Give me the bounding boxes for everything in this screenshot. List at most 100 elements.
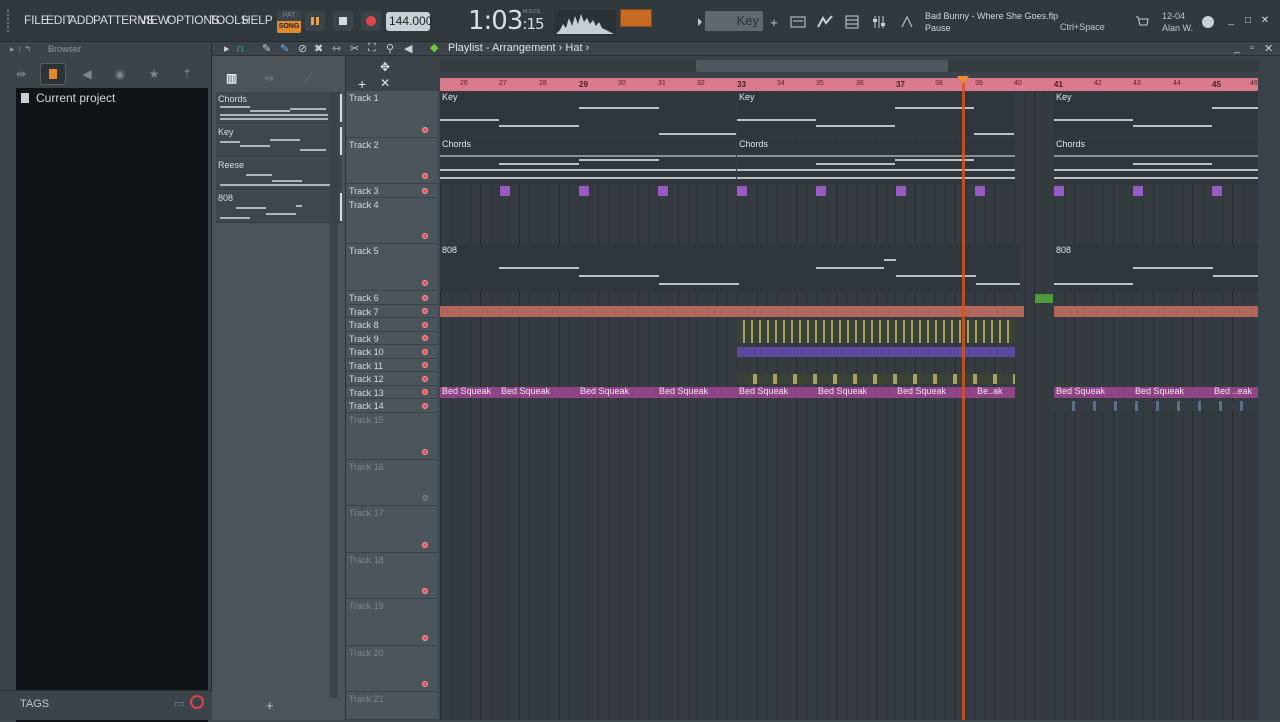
speaker-icon[interactable]: ◀ — [74, 63, 100, 85]
tempo-display[interactable]: 144.000 — [386, 12, 432, 31]
record-dot-icon[interactable] — [422, 588, 428, 594]
audio-clip[interactable] — [1035, 294, 1053, 303]
record-dot-icon[interactable] — [422, 173, 428, 179]
plugin-picker-icon[interactable] — [897, 12, 917, 32]
track-header[interactable]: Track 20 — [346, 646, 438, 692]
shop-icon[interactable] — [1132, 12, 1152, 32]
record-dot-icon[interactable] — [422, 403, 428, 409]
grip-handle[interactable] — [7, 10, 13, 32]
pattern-clip[interactable]: Key — [440, 92, 736, 138]
track-header[interactable]: Track 13 — [346, 386, 438, 399]
playhead[interactable] — [962, 78, 965, 720]
folder-icon[interactable]: ▭ — [174, 697, 184, 710]
track-header[interactable]: Track 21 — [346, 692, 438, 720]
track-header[interactable]: Track 11 — [346, 359, 438, 372]
automation-clip-icon[interactable] — [500, 186, 510, 196]
playback-icon[interactable]: ◀ — [404, 42, 412, 55]
pencil-icon[interactable]: ✎ — [262, 42, 271, 55]
search-icon[interactable] — [190, 695, 204, 709]
automation-clip-icon[interactable] — [1054, 186, 1064, 196]
pattern-clip[interactable]: Key — [1054, 92, 1258, 138]
track-header[interactable]: Track 16 — [346, 460, 438, 506]
key-selector[interactable]: Key — [705, 11, 763, 31]
automation-clip-icon[interactable] — [1212, 186, 1222, 196]
playlist-arrow-icon[interactable]: ◆ — [430, 41, 438, 54]
minimize-icon[interactable]: _ — [1225, 14, 1237, 26]
pattern-item[interactable]: Chords — [216, 92, 342, 124]
piano-roll-icon[interactable] — [815, 12, 835, 32]
upload-icon[interactable]: ⇡ — [174, 63, 200, 85]
pattern-item[interactable]: 808 — [216, 191, 342, 223]
menu-file[interactable]: FILE — [24, 13, 49, 27]
mute-icon[interactable]: ✖ — [314, 42, 323, 55]
record-dot-icon[interactable] — [422, 335, 428, 341]
track-header[interactable]: Track 5 — [346, 244, 438, 291]
delete-icon[interactable]: ⊘ — [298, 42, 307, 55]
pattern-item[interactable]: Reese — [216, 158, 342, 190]
remove-x-icon[interactable]: ✕ — [380, 76, 390, 90]
automation-clip-icon[interactable] — [579, 186, 589, 196]
pattern-clip[interactable]: 808 — [1054, 245, 1258, 291]
favorites-star-icon[interactable]: ★ — [141, 63, 167, 85]
record-dot-icon[interactable] — [422, 495, 428, 501]
close-icon[interactable]: ✕ — [1259, 14, 1271, 26]
track-header[interactable]: Track 7 — [346, 305, 438, 318]
record-dot-icon[interactable] — [422, 308, 428, 314]
move-icon[interactable]: ✥ — [380, 60, 390, 74]
record-dot-icon[interactable] — [422, 349, 428, 355]
plugin-db-icon[interactable]: ◉ — [107, 63, 133, 85]
squeak-clip-band[interactable]: Bed Squeak Bed Squeak Bed ..eak — [1054, 387, 1258, 398]
percussion-clip-band[interactable] — [737, 347, 1015, 357]
menu-help[interactable]: HELP — [242, 13, 273, 27]
maximize-icon[interactable]: □ — [1242, 14, 1254, 26]
playlist-icon[interactable] — [788, 12, 808, 32]
horizontal-scroll-thumb[interactable] — [696, 60, 948, 72]
record-dot-icon[interactable] — [422, 280, 428, 286]
track-header[interactable]: Track 14 — [346, 399, 438, 413]
track-header[interactable]: Track 15 — [346, 413, 438, 460]
track-header[interactable]: Track 4 — [346, 198, 438, 244]
record-dot-icon[interactable] — [422, 362, 428, 368]
automation-band[interactable] — [440, 185, 1258, 197]
playhead-marker-icon[interactable] — [957, 76, 969, 84]
track-header[interactable]: Track 12 — [346, 372, 438, 386]
record-dot-icon[interactable] — [422, 635, 428, 641]
pattern-item[interactable]: Key — [216, 125, 342, 157]
pattern-clip[interactable]: Key — [737, 92, 1015, 138]
pat-song-toggle[interactable]: PAT SONG — [277, 10, 301, 34]
record-dot-icon[interactable] — [422, 376, 428, 382]
timeline-ruler[interactable]: 26 27 28 29 30 31 32 33 34 35 36 37 38 3… — [440, 78, 1258, 91]
track-header[interactable]: Track 19 — [346, 599, 438, 646]
menu-add[interactable]: ADD — [69, 13, 94, 27]
track-header[interactable]: Track 1 — [346, 91, 438, 138]
track-header[interactable]: Track 3 — [346, 184, 438, 198]
playlist-crumb[interactable]: Hat — [565, 42, 582, 54]
track-header[interactable]: Track 10 — [346, 345, 438, 359]
automation-clip-icon[interactable] — [658, 186, 668, 196]
globe-icon[interactable] — [1198, 12, 1218, 32]
fx-clip-band[interactable] — [1054, 401, 1258, 411]
magnet-icon[interactable]: ∩ — [236, 41, 245, 55]
paint-icon[interactable]: ✎ — [280, 42, 289, 55]
piano-filter-icon[interactable]: ▥ — [226, 71, 237, 85]
track-header[interactable]: Track 2 — [346, 138, 438, 184]
record-dot-icon[interactable] — [422, 188, 428, 194]
pattern-scrollbar[interactable] — [330, 92, 338, 698]
drum-clip-band[interactable] — [1054, 306, 1258, 317]
automation-filter-icon[interactable]: ⟋ — [304, 71, 312, 86]
vertical-scrollbar[interactable] — [1258, 91, 1280, 720]
add-pattern-plus-icon[interactable]: + — [266, 698, 274, 713]
tree-item-current-project[interactable]: Current project — [16, 88, 208, 108]
plus-icon[interactable]: + — [764, 12, 784, 32]
record-dot-icon[interactable] — [422, 233, 428, 239]
zoom-icon[interactable]: ⚲ — [386, 42, 394, 55]
automation-clip-icon[interactable] — [1133, 186, 1143, 196]
record-dot-icon[interactable] — [422, 322, 428, 328]
track-header[interactable]: Track 6 — [346, 291, 438, 305]
track-header[interactable]: Track 9 — [346, 332, 438, 345]
slip-icon[interactable]: ⇿ — [332, 42, 341, 55]
all-files-icon[interactable]: ⇹ — [8, 63, 34, 85]
playlist-grid[interactable]: Key Key Key Chords Chords Chords 808 808… — [440, 91, 1258, 720]
select-icon[interactable]: ⛶ — [368, 42, 376, 55]
pattern-clip[interactable]: Chords — [1054, 139, 1258, 184]
